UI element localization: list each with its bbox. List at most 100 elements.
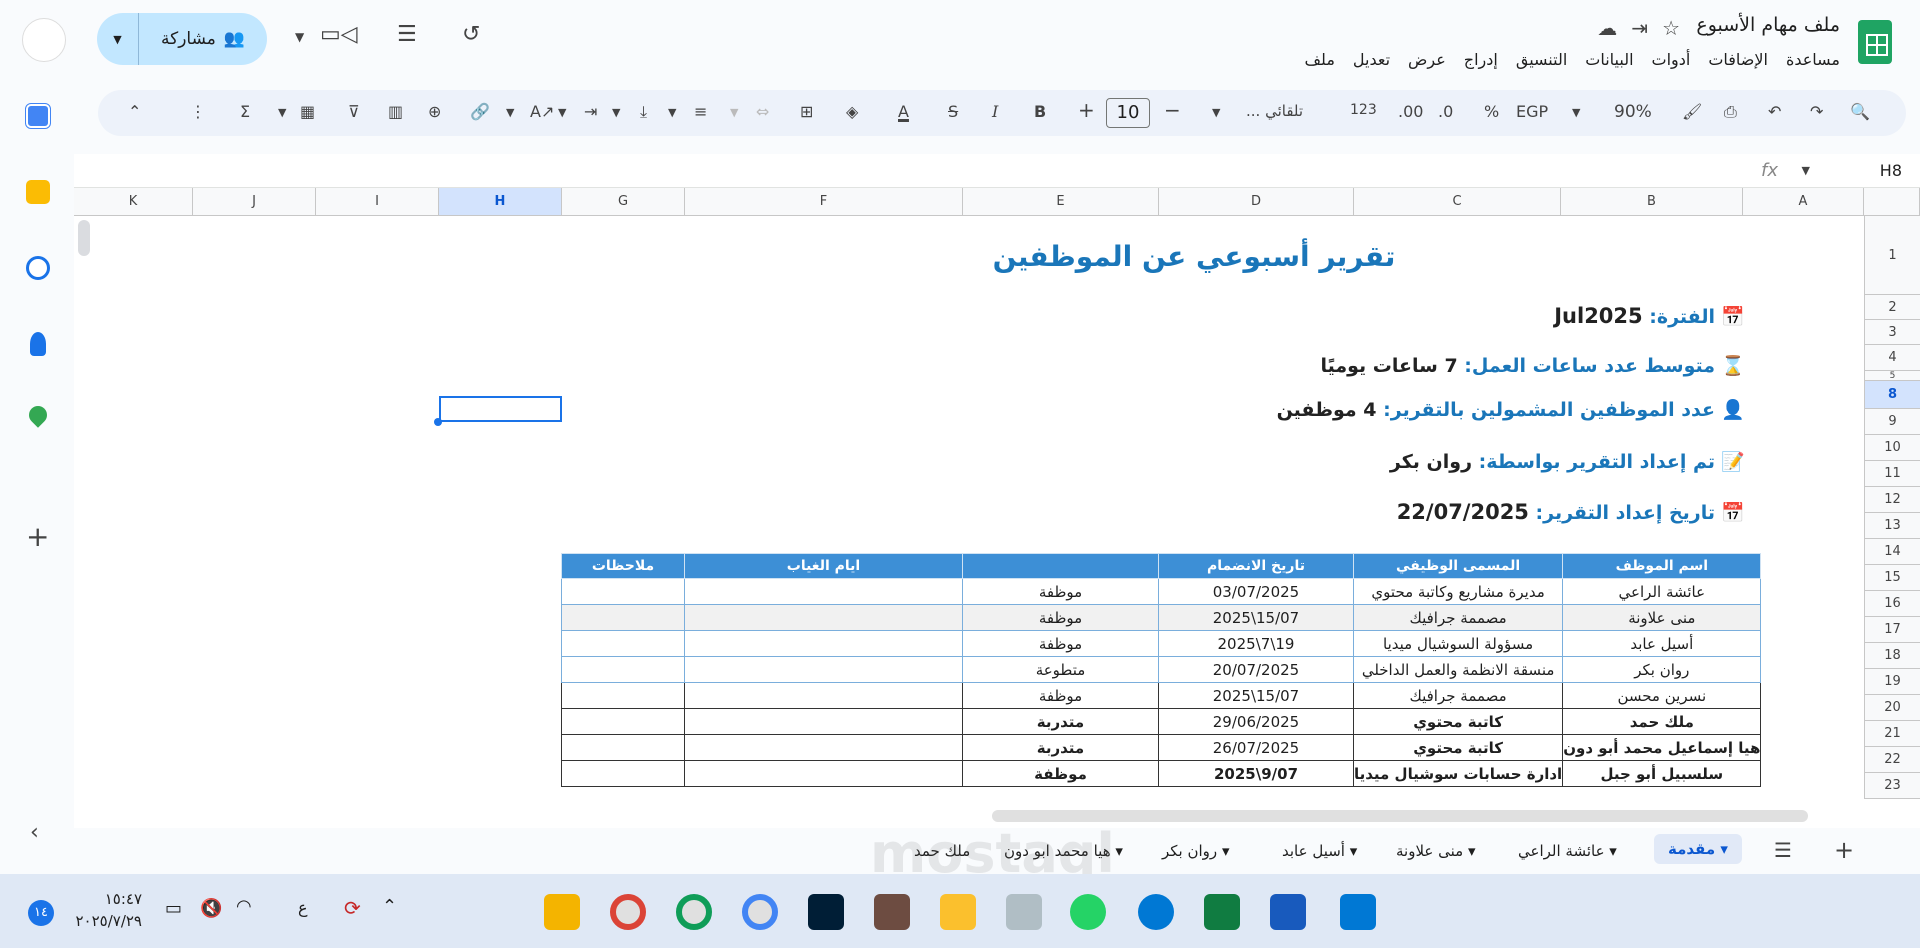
sheet-tab-aseel[interactable]: ▾ أسيل عابد: [1282, 842, 1357, 860]
menu-help[interactable]: مساعدة: [1786, 50, 1840, 69]
contacts-icon[interactable]: [30, 332, 46, 356]
row-header-22[interactable]: 22: [1864, 747, 1920, 773]
cell-status[interactable]: موظفة: [962, 682, 1159, 709]
cell-title[interactable]: كاتبة محتوي: [1352, 734, 1564, 761]
cell-date[interactable]: 29/06/2025: [1158, 708, 1354, 735]
halign-dropdown-icon[interactable]: ▼: [668, 106, 676, 119]
row-header-3[interactable]: 3: [1864, 320, 1920, 345]
sync-icon[interactable]: ⟳: [344, 896, 361, 920]
cell-notes[interactable]: [561, 708, 685, 735]
column-header-b[interactable]: B: [1561, 188, 1743, 216]
row-header-23[interactable]: 23: [1864, 773, 1920, 799]
video-call-icon[interactable]: ▭◁: [320, 22, 358, 47]
cell-notes[interactable]: [561, 682, 685, 709]
calendar-icon[interactable]: [25, 103, 51, 129]
row-header-12[interactable]: 12: [1864, 487, 1920, 513]
insert-link-icon[interactable]: 🔗: [470, 102, 490, 121]
more-formats-button[interactable]: 123: [1350, 102, 1377, 118]
font-size-decrease-button[interactable]: −: [1164, 98, 1181, 122]
cell-title[interactable]: مصممة جرافيك: [1352, 604, 1564, 631]
menu-file[interactable]: ملف: [1304, 50, 1334, 69]
row-header-5[interactable]: 5: [1864, 371, 1920, 381]
menu-edit[interactable]: تعديل: [1353, 50, 1390, 69]
meet-dropdown-icon[interactable]: ▼: [295, 30, 304, 44]
cell-notes[interactable]: [561, 604, 685, 631]
cloud-status-icon[interactable]: ☁: [1597, 16, 1617, 40]
wrap-dropdown-icon[interactable]: ▼: [558, 106, 566, 119]
row-header-18[interactable]: 18: [1864, 643, 1920, 669]
menu-format[interactable]: التنسيق: [1516, 50, 1567, 69]
strikethrough-icon[interactable]: S: [948, 102, 958, 121]
row-header-4[interactable]: 4: [1864, 345, 1920, 371]
comments-icon[interactable]: ☰: [397, 22, 417, 47]
cell-title[interactable]: كاتبة محتوي: [1352, 708, 1564, 735]
row-header-19[interactable]: 19: [1864, 669, 1920, 695]
selected-cell-h8[interactable]: [439, 396, 562, 422]
filter-views-dropdown-icon[interactable]: ▼: [278, 106, 286, 119]
font-select[interactable]: تلقائي ...: [1246, 102, 1303, 120]
currency-format-button[interactable]: EGP: [1516, 102, 1548, 121]
column-header-a[interactable]: A: [1743, 188, 1864, 216]
cell-status[interactable]: متدربة: [962, 708, 1159, 735]
all-sheets-icon[interactable]: ☰: [1774, 838, 1792, 862]
text-wrap-icon[interactable]: ⇥: [584, 102, 597, 121]
sheet-tab-intro[interactable]: ▾ مقدمة: [1654, 834, 1742, 864]
cell-name[interactable]: سلسبيل أبو جبل: [1562, 760, 1762, 787]
cell-name[interactable]: هيا إسماعيل محمد أبو دون: [1562, 734, 1762, 761]
redo-icon[interactable]: ↷: [1810, 102, 1823, 121]
cell-title[interactable]: مسؤولة السوشيال ميديا: [1352, 630, 1564, 657]
column-header-k[interactable]: K: [74, 188, 193, 216]
cell-title[interactable]: منسقة الانظمة والعمل الداخلي: [1352, 656, 1564, 683]
row-header-14[interactable]: 14: [1864, 539, 1920, 565]
windows-start-icon[interactable]: [1340, 894, 1376, 930]
percent-format-button[interactable]: %: [1484, 102, 1499, 121]
text-color-icon[interactable]: A: [898, 102, 909, 121]
merge-cells-icon[interactable]: ⇔: [756, 102, 769, 121]
keep-icon[interactable]: [26, 180, 50, 204]
row-header-1[interactable]: 1: [1864, 216, 1920, 295]
row-header-15[interactable]: 15: [1864, 565, 1920, 591]
column-header-c[interactable]: C: [1354, 188, 1561, 216]
row-header-21[interactable]: 21: [1864, 721, 1920, 747]
zoom-select[interactable]: 90%: [1614, 102, 1652, 122]
row-header-20[interactable]: 20: [1864, 695, 1920, 721]
cell-status[interactable]: موظفة: [962, 604, 1159, 631]
menu-data[interactable]: البيانات: [1585, 50, 1633, 69]
column-header-f[interactable]: F: [685, 188, 963, 216]
chrome-profile-3-icon[interactable]: [742, 894, 778, 930]
cell-name[interactable]: ملك حمد: [1562, 708, 1762, 735]
cell-date[interactable]: 19\7\2025: [1158, 630, 1354, 657]
cell-date[interactable]: 20/07/2025: [1158, 656, 1354, 683]
cell-absence[interactable]: [684, 734, 963, 761]
undo-icon[interactable]: ↶: [1768, 102, 1781, 121]
input-language[interactable]: ع: [298, 898, 308, 917]
cell-status[interactable]: موظفة: [962, 760, 1159, 787]
word-icon[interactable]: [1270, 894, 1306, 930]
cell-absence[interactable]: [684, 656, 963, 683]
header-employee-name[interactable]: اسم الموظف: [1562, 553, 1762, 579]
cell-title[interactable]: مصممة جرافيك: [1352, 682, 1564, 709]
paint-format-icon[interactable]: 🖌: [1682, 102, 1702, 121]
file-explorer-icon[interactable]: [544, 894, 580, 930]
collapse-panel-icon[interactable]: ‹: [30, 820, 39, 845]
column-header-j[interactable]: J: [193, 188, 316, 216]
cell-date[interactable]: 15/07\2025: [1158, 682, 1354, 709]
column-header-h[interactable]: H: [439, 188, 562, 216]
fill-handle[interactable]: [434, 418, 442, 426]
header-job-title[interactable]: المسمى الوظيفي: [1352, 553, 1564, 579]
column-header-i[interactable]: I: [316, 188, 439, 216]
increase-decimal-button[interactable]: .00: [1398, 102, 1423, 121]
app-window-icon[interactable]: [1006, 894, 1042, 930]
row-header-11[interactable]: 11: [1864, 461, 1920, 487]
cell-name[interactable]: روان بكر: [1562, 656, 1762, 683]
zoom-dropdown-icon[interactable]: ▼: [1572, 106, 1580, 119]
cell-absence[interactable]: [684, 682, 963, 709]
filter-icon[interactable]: ⊽: [348, 102, 360, 121]
cell-notes[interactable]: [561, 734, 685, 761]
menu-extensions[interactable]: الإضافات: [1708, 50, 1768, 69]
row-header-10[interactable]: 10: [1864, 435, 1920, 461]
whatsapp-icon[interactable]: [1070, 894, 1106, 930]
column-header-g[interactable]: G: [562, 188, 685, 216]
volume-muted-icon[interactable]: 🔇: [200, 898, 222, 919]
row-header-13[interactable]: 13: [1864, 513, 1920, 539]
